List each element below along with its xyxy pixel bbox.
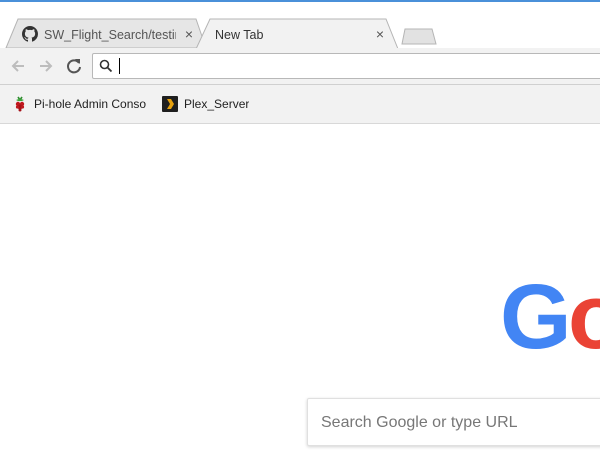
github-icon xyxy=(22,26,38,42)
text-cursor xyxy=(119,58,120,74)
raspberry-icon xyxy=(15,96,25,112)
google-logo: G o xyxy=(500,278,600,354)
logo-letter-o: o xyxy=(568,278,600,354)
tab-title: New Tab xyxy=(215,28,264,42)
arrow-right-icon[interactable] xyxy=(36,56,56,76)
bookmark-label: Plex_Server xyxy=(184,97,250,111)
arrow-left-icon[interactable] xyxy=(8,56,28,76)
bookmark-label: Pi-hole Admin Console xyxy=(34,97,146,111)
tab-new-tab[interactable]: New Tab × xyxy=(196,20,406,50)
omnibox[interactable] xyxy=(92,53,600,79)
reload-icon[interactable] xyxy=(64,56,84,76)
bookmark-pihole[interactable]: Pi-hole Admin Console xyxy=(12,95,152,113)
ntp-search-box[interactable]: Search Google or type URL xyxy=(307,398,600,446)
close-icon[interactable]: × xyxy=(181,26,197,42)
search-icon xyxy=(99,59,113,73)
logo-letter-g: G xyxy=(500,278,572,354)
bookmarks-bar: Pi-hole Admin Console Plex_Server xyxy=(0,85,600,124)
close-icon[interactable]: × xyxy=(372,26,388,42)
new-tab-button[interactable] xyxy=(401,28,437,45)
tab-github[interactable]: SW_Flight_Search/testing × xyxy=(0,20,210,50)
plex-icon xyxy=(162,96,178,112)
tab-strip: SW_Flight_Search/testing × New Tab × xyxy=(0,2,600,50)
bookmark-plex[interactable]: Plex_Server xyxy=(162,95,282,113)
tab-title: SW_Flight_Search/testing xyxy=(44,28,176,42)
search-placeholder: Search Google or type URL xyxy=(321,414,518,431)
browser-toolbar xyxy=(0,48,600,85)
